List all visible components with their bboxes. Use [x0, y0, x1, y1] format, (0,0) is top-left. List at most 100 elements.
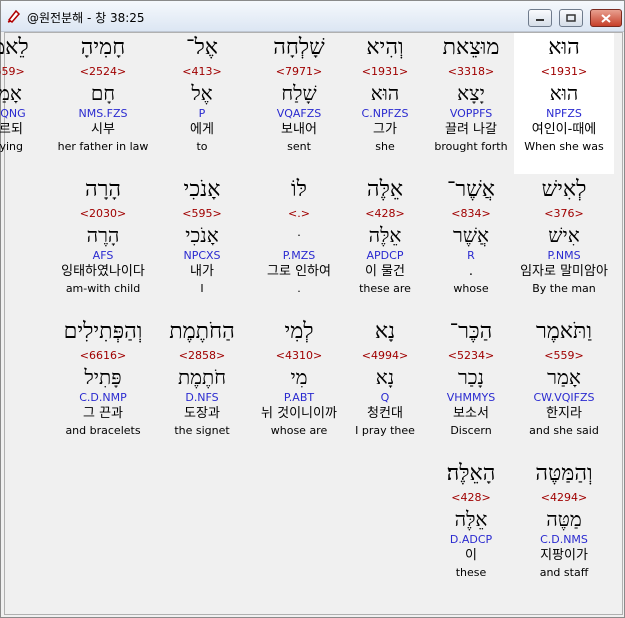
- hebrew-word: חָמִיהָ: [80, 35, 126, 60]
- english-gloss: .: [297, 282, 301, 295]
- parsing-code: APDCP: [366, 249, 404, 262]
- hebrew-word: וְהַמַּטֶּה: [535, 461, 593, 486]
- hebrew-word: נָא: [374, 319, 396, 344]
- window-title: @원전분해 - 창 38:25: [27, 11, 145, 25]
- strong-number: <428>: [451, 491, 491, 504]
- close-button[interactable]: [590, 9, 622, 27]
- korean-gloss: 시부: [91, 122, 115, 137]
- korean-gloss: 에게: [190, 122, 214, 137]
- word-cell[interactable]: שָׁלְחָה <7971> שָׁלַח VQAFZS 보내어 sent: [249, 33, 349, 154]
- word-cell[interactable]: אֶל־ <413> אֶל P 에게 to: [152, 33, 252, 154]
- parsing-code: D.ADCP: [449, 533, 493, 546]
- english-gloss: these are: [359, 282, 411, 295]
- lemma: הוּא: [549, 81, 579, 105]
- hebrew-word: אֶל־: [186, 35, 218, 60]
- word-cell[interactable]: לּוֹ <.>ּP.MZS 그로 인하여.: [249, 175, 349, 296]
- hebrew-word: אָנֹכִי: [183, 177, 221, 202]
- word-cell[interactable]: אֵלֶּה <428> אֵלֶּה APDCP 이 물건 these are: [335, 175, 435, 296]
- minimize-button[interactable]: [528, 9, 552, 27]
- lemma: נָכַר: [457, 365, 485, 389]
- parsing-code: P.MZS: [282, 249, 316, 262]
- lemma: אִישׁ: [548, 223, 580, 247]
- hebrew-word: לְאִישׁ: [541, 177, 587, 202]
- word-cell[interactable]: וְהַפְּתִילִים <6616> פָּתִיל C.D.NMP 그 끈과 an…: [53, 317, 153, 438]
- word-cell[interactable]: הַכֶּר־ <5234> נָכַר VHMMYS 보소서 Discern: [421, 317, 521, 438]
- lemma: יָצָא: [457, 81, 485, 105]
- korean-gloss: 이 물건: [364, 264, 405, 279]
- close-icon: [601, 13, 611, 23]
- lemma: אֵלֶּה: [454, 507, 488, 531]
- app-window: @원전분해 - 창 38:25 הוּא <1931> הוּא NPFZS 여인이-때…: [0, 0, 625, 618]
- word-cell[interactable]: הָרָה <2030> הָרֶה AFS 잉태하였나이다 am-with child: [53, 175, 153, 296]
- lemma: אָמַר: [0, 81, 22, 105]
- english-gloss: Discern: [450, 424, 492, 437]
- word-cell[interactable]: לֵאמֹר <559> אָמַר P.VQNG 이르되 saying: [0, 33, 55, 154]
- strong-number: <6616>: [79, 349, 127, 362]
- minimize-icon: [536, 19, 544, 21]
- lemma: אָנֹכִי: [185, 223, 219, 247]
- hebrew-word: הוּא: [548, 35, 580, 60]
- korean-gloss: 그 끈과: [82, 406, 123, 421]
- hebrew-word: מוּצֵאת: [442, 35, 500, 60]
- parsing-code: Q: [380, 391, 390, 404]
- strong-number: <2524>: [79, 65, 127, 78]
- parsing-code: NPFZS: [546, 107, 582, 120]
- hebrew-word: וַתֹּאמֶר: [535, 319, 593, 344]
- word-cell[interactable]: אֲשֶׁר־ <834> אֲשֶׁר R. whose: [421, 175, 521, 296]
- english-gloss: these: [455, 566, 487, 579]
- strong-number: <4294>: [540, 491, 588, 504]
- strong-number: <4310>: [275, 349, 323, 362]
- word-cell[interactable]: וְהִיא <1931> הוּא C.NPFZS 그가 she: [335, 33, 435, 154]
- word-cell[interactable]: לְאִישׁ <376> אִישׁ P.NMS 임자로 말미암아 By the man: [514, 175, 614, 296]
- hebrew-word: הָאֵלֶּה׃: [446, 461, 496, 486]
- word-cell[interactable]: לְמִי <4310> מִי P.ABT 뉘 것이니이까 whose are: [249, 317, 349, 438]
- parsing-code: C.D.NMS: [540, 533, 588, 546]
- strong-number: <559>: [544, 349, 584, 362]
- maximize-button[interactable]: [559, 9, 583, 27]
- korean-gloss: 임자로 말미암아: [520, 264, 608, 279]
- word-cell[interactable]: נָא <4994> נָא Q 청컨대 I pray thee: [335, 317, 435, 438]
- english-gloss: and bracelets: [65, 424, 141, 437]
- english-gloss: to: [196, 140, 208, 153]
- strong-number: <1931>: [540, 65, 588, 78]
- lemma: נָא: [375, 365, 395, 389]
- hebrew-word: הַכֶּר־: [449, 319, 493, 344]
- lemma: חָם: [90, 81, 116, 105]
- word-cell[interactable]: מוּצֵאת <3318> יָצָא VOPPFS 끌려 나갈 brought for…: [421, 33, 521, 154]
- word-cell[interactable]: הַחֹתֶמֶת <2858> חֹתֶמֶת D.NFS 도장과 the signet: [152, 317, 252, 438]
- lemma: הוּא: [370, 81, 400, 105]
- parsing-code: P.VQNG: [0, 107, 26, 120]
- korean-gloss: 지팡이가: [540, 548, 588, 563]
- word-cell[interactable]: וְהַמַּטֶּה <4294> מַטֶּה C.D.NMS 지팡이가 and st…: [514, 459, 614, 580]
- app-icon: [7, 9, 21, 23]
- word-cell[interactable]: חָמִיהָ <2524> חָם NMS.FZS 시부 her father in l…: [53, 33, 153, 154]
- word-cell[interactable]: וַתֹּאמֶר <559> אָמַר CW.VQIFZS 한지라 and she s…: [514, 317, 614, 438]
- parsing-code: D.NFS: [185, 391, 219, 404]
- parsing-code: NPCXS: [183, 249, 221, 262]
- korean-gloss: 이르되: [0, 122, 23, 137]
- word-cell[interactable]: הוּא <1931> הוּא NPFZS 여인이-때에 When she was: [514, 33, 614, 154]
- korean-gloss: 그가: [373, 122, 397, 137]
- parsing-code: R: [467, 249, 475, 262]
- parsing-code: NMS.FZS: [78, 107, 128, 120]
- title-bar[interactable]: @원전분해 - 창 38:25: [1, 1, 624, 32]
- parsing-code: C.NPFZS: [361, 107, 409, 120]
- korean-gloss: 내가: [190, 264, 214, 279]
- maximize-icon: [566, 14, 576, 22]
- word-cell[interactable]: הָאֵלֶּה׃ <428> אֵלֶּה D.ADCP 이 these: [421, 459, 521, 580]
- hebrew-word: הָרָה: [84, 177, 122, 202]
- strong-number: <2030>: [79, 207, 127, 220]
- lemma: שָׁלַח: [281, 81, 317, 105]
- word-analysis-area: הוּא <1931> הוּא NPFZS 여인이-때에 When she was מוּ…: [0, 32, 623, 615]
- hebrew-word: לֵאמֹר: [0, 35, 29, 60]
- english-gloss: whose: [453, 282, 489, 295]
- word-cell[interactable]: אָנֹכִי <595> אָנֹכִי NPCXS 내가 I: [152, 175, 252, 296]
- lemma: מִי: [290, 365, 308, 389]
- parsing-code: VOPPFS: [449, 107, 493, 120]
- lemma: מַטֶּה: [546, 507, 582, 531]
- english-gloss: and staff: [539, 566, 589, 579]
- english-gloss: saying: [0, 140, 23, 153]
- parsing-code: VHMMYS: [446, 391, 496, 404]
- korean-gloss: 이: [465, 548, 477, 563]
- english-gloss: When she was: [524, 140, 604, 153]
